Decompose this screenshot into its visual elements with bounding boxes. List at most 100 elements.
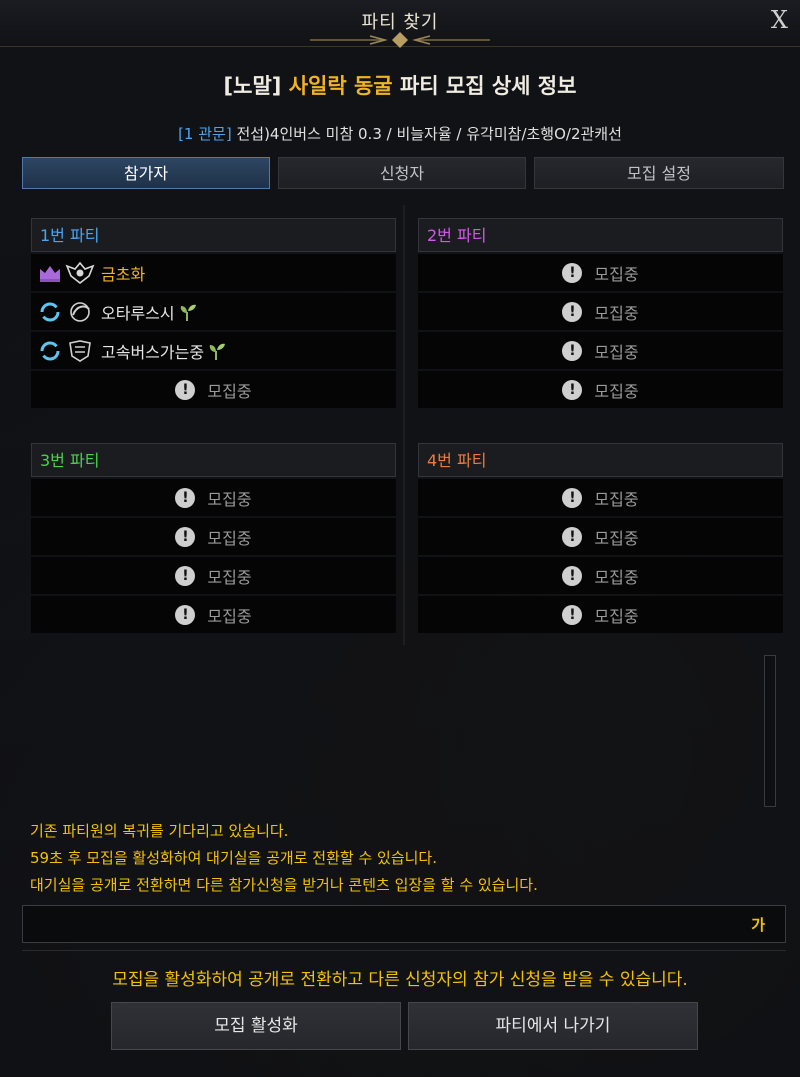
recruiting-indicator: ! 모집중 (31, 557, 396, 594)
recruiting-indicator: ! 모집중 (418, 518, 783, 555)
column-divider (403, 205, 405, 645)
party-member-slot[interactable]: 오타루스시 (31, 293, 396, 330)
party-member-slot[interactable]: 금초화 (31, 254, 396, 291)
empty-party-slot: ! 모집중 (418, 518, 783, 555)
exclamation-icon: ! (562, 487, 583, 508)
class-emblem-icon (70, 301, 90, 322)
exclamation-icon: ! (175, 487, 196, 508)
party-member-slot[interactable]: 고속버스가는중 (31, 332, 396, 369)
exclamation-icon: ! (562, 604, 583, 625)
recruiting-indicator: ! 모집중 (418, 371, 783, 408)
recruiting-indicator: ! 모집중 (418, 596, 783, 633)
recruiting-label: 모집중 (594, 528, 639, 548)
recruiting-indicator: ! 모집중 (31, 518, 396, 555)
party-2-panel: 2번 파티 ! 모집중 ! 모집중 ! 모집중 ! 모집중 (418, 218, 783, 408)
exclamation-icon: ! (562, 262, 583, 283)
exclamation-icon: ! (562, 379, 583, 400)
empty-party-slot: ! 모집중 (418, 596, 783, 633)
recruiting-indicator: ! 모집중 (418, 293, 783, 330)
empty-party-slot: ! 모집중 (31, 596, 396, 633)
recruit-conditions: [1 관문] 전섭)4인버스 미참 0.3 / 비늘자율 / 유각미참/초행O/… (0, 123, 800, 144)
party-3-panel: 3번 파티 ! 모집중 ! 모집중 ! 모집중 ! 모집중 (31, 443, 396, 633)
leave-party-button[interactable]: 파티에서 나가기 (408, 1002, 698, 1050)
recruiting-indicator: ! 모집중 (418, 254, 783, 291)
system-message: 대기실을 공개로 전환하면 다른 참가신청을 받거나 콘텐츠 입장을 할 수 있… (30, 876, 538, 894)
recruiting-indicator: ! 모집중 (418, 332, 783, 369)
chat-scrollbar[interactable] (764, 655, 776, 807)
party-member: 고속버스가는중 (37, 332, 228, 369)
empty-party-slot: ! 모집중 (418, 332, 783, 369)
exclamation-icon: ! (562, 301, 583, 322)
system-message: 59초 후 모집을 활성화하여 대기실을 공개로 전환할 수 있습니다. (30, 849, 438, 867)
party-4-title: 4번 파티 (418, 443, 783, 477)
recruiting-label: 모집중 (207, 489, 252, 509)
empty-party-slot: ! 모집중 (31, 371, 396, 408)
party-3-title: 3번 파티 (31, 443, 396, 477)
recruiting-label: 모집중 (207, 528, 252, 548)
exclamation-icon: ! (562, 340, 583, 361)
sprout-icon (209, 343, 226, 360)
recruiting-indicator: ! 모집중 (418, 557, 783, 594)
difficulty-label: [노말] (223, 74, 282, 98)
title-ornament-icon (310, 32, 490, 48)
exclamation-icon: ! (562, 526, 583, 547)
party-2-title: 2번 파티 (418, 218, 783, 252)
system-message: 기존 파티원의 복귀를 기다리고 있습니다. (30, 822, 289, 840)
leader-crown-icon (40, 265, 60, 282)
member-name: 오타루스시 (101, 303, 175, 323)
sync-ring-icon (40, 302, 60, 321)
class-emblem-icon (65, 261, 95, 284)
recruiting-indicator: ! 모집중 (418, 479, 783, 516)
empty-party-slot: ! 모집중 (418, 371, 783, 408)
close-button[interactable]: X (771, 6, 788, 34)
empty-party-slot: ! 모집중 (418, 479, 783, 516)
empty-party-slot: ! 모집중 (418, 293, 783, 330)
party-finder-window: 파티 찾기 X [노말] 사일락 동굴 파티 모집 상세 정보 [1 관문] 전… (0, 0, 800, 1077)
member-name: 금초화 (101, 264, 146, 284)
recruit-detail-heading: [노말] 사일락 동굴 파티 모집 상세 정보 (0, 70, 800, 100)
empty-party-slot: ! 모집중 (31, 518, 396, 555)
party-member: 오타루스시 (37, 293, 199, 330)
party-1-title: 1번 파티 (31, 218, 396, 252)
dungeon-name: 사일락 동굴 (288, 74, 393, 98)
recruiting-indicator: ! 모집중 (31, 479, 396, 516)
party-1-panel: 1번 파티 금초화 오타루스시 고속버스가는중 ! 모집중 (31, 218, 396, 408)
exclamation-icon: ! (175, 565, 196, 586)
recruiting-label: 모집중 (594, 606, 639, 626)
recruiting-label: 모집중 (594, 303, 639, 323)
empty-party-slot: ! 모집중 (418, 254, 783, 291)
tab-participants[interactable]: 참가자 (22, 157, 270, 189)
recruiting-label: 모집중 (594, 381, 639, 401)
tab-bar: 참가자 신청자 모집 설정 (22, 157, 784, 191)
recruiting-label: 모집중 (594, 264, 639, 284)
exclamation-icon: ! (175, 379, 196, 400)
activate-recruit-button[interactable]: 모집 활성화 (111, 1002, 401, 1050)
conditions-text: 전섭)4인버스 미참 0.3 / 비늘자율 / 유각미참/초행O/2관캐선 (236, 125, 622, 143)
party-member: 금초화 (37, 254, 145, 291)
input-language-indicator[interactable]: 가 (751, 914, 765, 935)
recruiting-label: 모집중 (207, 567, 252, 587)
gate-tag: [1 관문] (178, 125, 232, 143)
sprout-icon (180, 304, 196, 321)
empty-party-slot: ! 모집중 (31, 479, 396, 516)
heading-suffix: 파티 모집 상세 정보 (399, 74, 577, 98)
empty-party-slot: ! 모집중 (418, 557, 783, 594)
tab-applicants[interactable]: 신청자 (278, 157, 526, 189)
exclamation-icon: ! (562, 565, 583, 586)
sync-ring-icon (40, 341, 60, 360)
system-messages: 기존 파티원의 복귀를 기다리고 있습니다. 59초 후 모집을 활성화하여 대… (30, 818, 538, 899)
recruiting-label: 모집중 (594, 567, 639, 587)
tab-recruit-settings[interactable]: 모집 설정 (534, 157, 784, 189)
recruiting-label: 모집중 (594, 489, 639, 509)
recruiting-indicator: ! 모집중 (31, 596, 396, 633)
exclamation-icon: ! (175, 526, 196, 547)
recruiting-indicator: ! 모집중 (31, 371, 396, 408)
party-4-panel: 4번 파티 ! 모집중 ! 모집중 ! 모집중 ! 모집중 (418, 443, 783, 633)
class-emblem-icon (69, 339, 91, 362)
activation-notice: 모집을 활성화하여 공개로 전환하고 다른 신청자의 참가 신청을 받을 수 있… (112, 970, 688, 990)
member-name: 고속버스가는중 (101, 342, 205, 362)
recruiting-label: 모집중 (207, 606, 252, 626)
title-bar: 파티 찾기 X (0, 0, 800, 48)
chat-input[interactable]: 가 (22, 905, 786, 943)
recruiting-label: 모집중 (207, 381, 252, 401)
